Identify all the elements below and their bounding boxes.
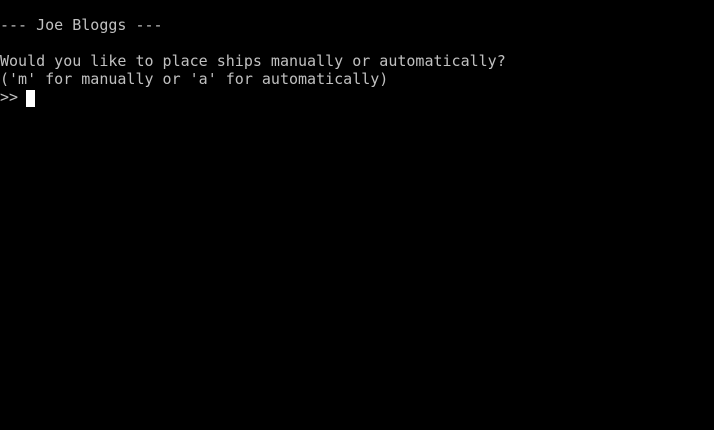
console-window[interactable]: --- Joe Bloggs --- Would you like to pla… bbox=[0, 0, 714, 430]
input-line[interactable]: >> bbox=[0, 88, 714, 107]
player-name-header: --- Joe Bloggs --- bbox=[0, 16, 163, 34]
text-cursor bbox=[26, 90, 36, 107]
placement-hint: ('m' for manually or 'a' for automatical… bbox=[0, 70, 389, 88]
placement-question: Would you like to place ships manually o… bbox=[0, 52, 506, 70]
prompt-symbol: >> bbox=[0, 88, 19, 106]
